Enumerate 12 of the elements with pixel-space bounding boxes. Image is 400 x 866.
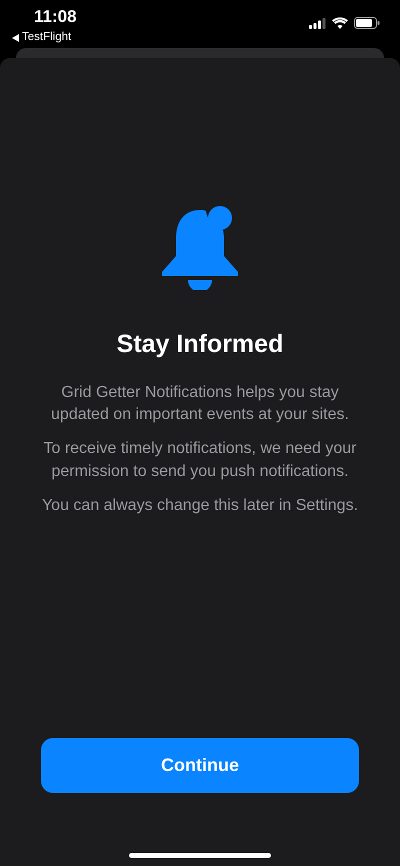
back-link[interactable]: TestFlight bbox=[22, 32, 72, 44]
battery-icon bbox=[354, 17, 380, 29]
signal-icon bbox=[309, 18, 326, 28]
back-icon[interactable] bbox=[12, 34, 19, 42]
wifi-icon bbox=[332, 17, 348, 29]
title: Stay Informed bbox=[116, 329, 284, 360]
continue-button[interactable]: Continue bbox=[41, 738, 359, 793]
clock-time: 11:08 bbox=[34, 8, 77, 25]
notification-bell-icon bbox=[160, 204, 240, 290]
description-text: You can always change this later in Settings. bbox=[42, 496, 358, 516]
description-text: To receive timely notifications, we need your permission to send you push notifications. bbox=[42, 439, 358, 482]
description-text: Grid Getter Notifications helps you stay updated on important events at your sites. bbox=[50, 382, 350, 425]
